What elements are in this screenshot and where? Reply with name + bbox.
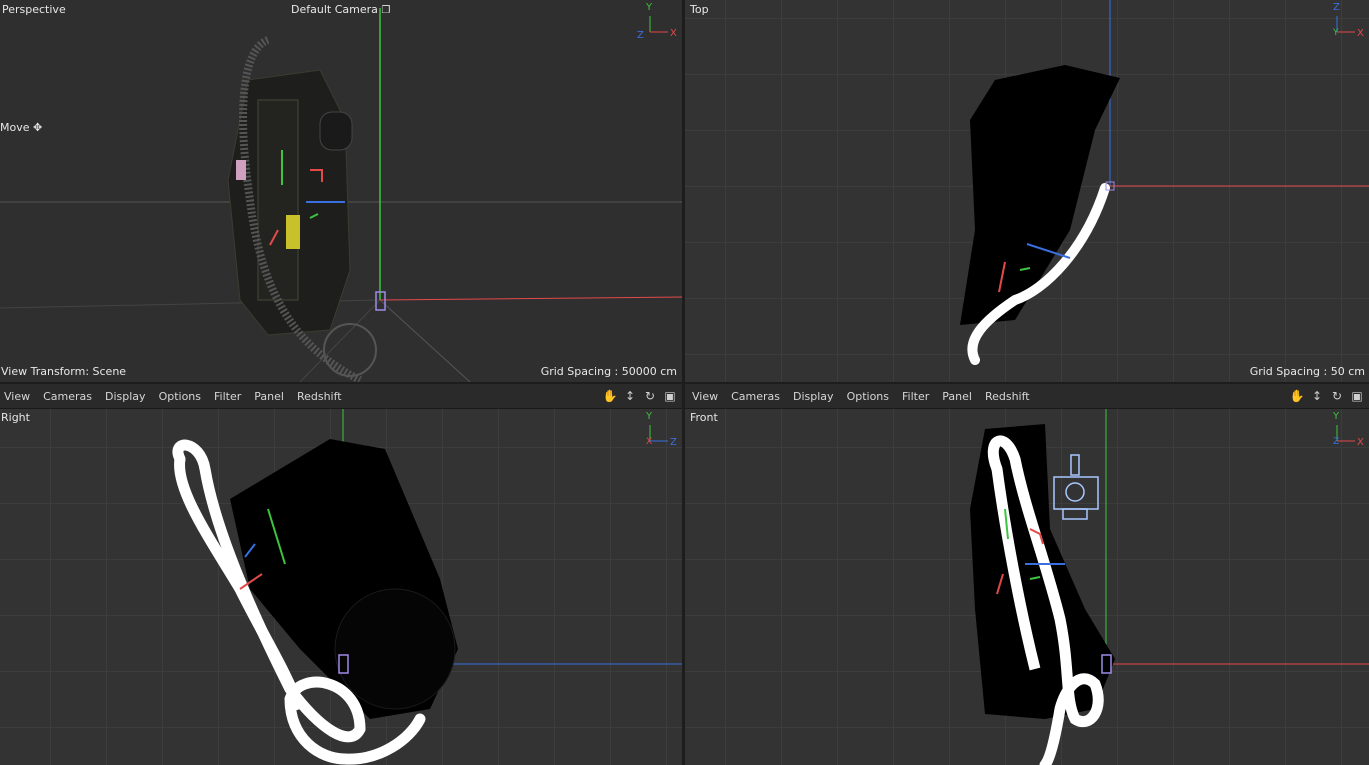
menu-panel[interactable]: Panel	[942, 390, 972, 403]
active-tool-label: Move ✥	[0, 121, 42, 134]
move-arrows-icon[interactable]: ↕	[622, 388, 638, 404]
menu-options[interactable]: Options	[847, 390, 889, 403]
axis-z-label: Z	[1333, 437, 1340, 447]
viewport-name[interactable]: Perspective	[2, 3, 66, 16]
axis-y-label: Y	[646, 2, 653, 13]
perspective-scene	[0, 8, 682, 382]
menu-options[interactable]: Options	[159, 390, 201, 403]
axis-x-label: X	[670, 28, 677, 39]
move-arrows-icon[interactable]: ↕	[1309, 388, 1325, 404]
axis-gizmo-icon: Y X Z	[635, 2, 679, 44]
top-scene	[960, 0, 1369, 365]
menubar-front-viewport: View Cameras Display Options Filter Pane…	[685, 384, 1369, 409]
axis-x-label: X	[646, 437, 653, 447]
menu-panel[interactable]: Panel	[254, 390, 284, 403]
axis-y-label: Y	[1333, 411, 1340, 422]
camera-label[interactable]: Default Camera ❐	[291, 3, 390, 16]
menu-display[interactable]: Display	[105, 390, 146, 403]
menu-filter[interactable]: Filter	[214, 390, 241, 403]
menu-redshift[interactable]: Redshift	[985, 390, 1030, 403]
maximize-panel-icon[interactable]: ▣	[1349, 388, 1365, 404]
maximize-panel-icon[interactable]: ▣	[662, 388, 678, 404]
menubar-right-viewport: View Cameras Display Options Filter Pane…	[0, 384, 682, 409]
hand-pan-icon[interactable]: ✋	[1289, 388, 1305, 404]
menu-display[interactable]: Display	[793, 390, 834, 403]
viewport-front[interactable]: Front Y X Z	[685, 409, 1369, 765]
move-tool-icon: ✥	[33, 121, 43, 134]
grid-spacing: Grid Spacing : 50000 cm	[540, 365, 677, 378]
axis-x-label: X	[1357, 28, 1364, 39]
axis-z-label: Z	[1333, 2, 1340, 13]
menu-cameras[interactable]: Cameras	[731, 390, 780, 403]
menu-view[interactable]: View	[692, 390, 718, 403]
viewport-name[interactable]: Front	[690, 411, 718, 424]
front-scene	[970, 409, 1369, 765]
axis-x-label: X	[1357, 437, 1364, 448]
view-transform: View Transform: Scene	[1, 365, 127, 378]
viewport-right[interactable]: Right Y Z X	[0, 409, 682, 765]
right-scene	[172, 409, 682, 765]
camera-object	[1053, 454, 1099, 520]
axis-y-label: Y	[646, 411, 653, 422]
camera-name: Default Camera	[291, 3, 378, 16]
rotate-icon[interactable]: ↻	[1329, 388, 1345, 404]
viewport-top[interactable]: Top Grid Spacing : 50 cm Z X Y	[685, 0, 1369, 382]
hand-pan-icon[interactable]: ✋	[602, 388, 618, 404]
menu-cameras[interactable]: Cameras	[43, 390, 92, 403]
axis-y-label: Y	[1333, 28, 1339, 38]
menu-filter[interactable]: Filter	[902, 390, 929, 403]
camera-lock-icon: ❐	[381, 5, 391, 16]
axis-gizmo-icon: Y Z X	[640, 411, 682, 451]
viewport-name[interactable]: Right	[1, 411, 30, 424]
menu-redshift[interactable]: Redshift	[297, 390, 342, 403]
menu-view[interactable]: View	[4, 390, 30, 403]
axis-gizmo-icon: Y X Z	[1325, 411, 1369, 451]
axis-z-label: Z	[637, 30, 644, 41]
rotate-icon[interactable]: ↻	[642, 388, 658, 404]
tool-name: Move	[0, 121, 30, 134]
axis-gizmo-icon: Z X Y	[1325, 2, 1369, 44]
viewport-perspective[interactable]: Perspective Default Camera ❐ Move ✥ View…	[0, 0, 682, 382]
viewport-name[interactable]: Top	[690, 3, 709, 16]
grid-spacing: Grid Spacing : 50 cm	[1249, 365, 1365, 378]
model-object	[227, 36, 377, 382]
axis-z-label: Z	[670, 437, 677, 448]
